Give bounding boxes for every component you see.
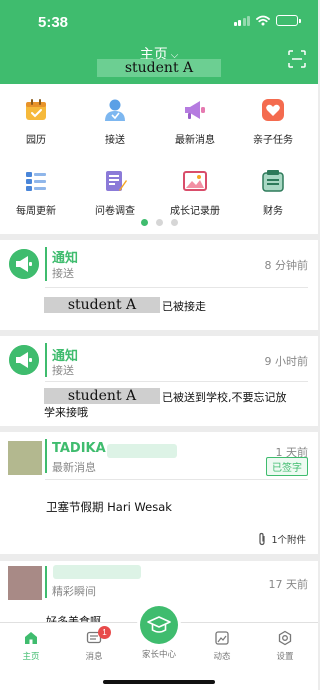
weekly-list-icon bbox=[26, 172, 46, 191]
grid-label: 财务 bbox=[263, 206, 283, 217]
attachment-link[interactable]: 1个附件 bbox=[257, 532, 306, 546]
card-time: 17 天前 bbox=[268, 578, 309, 591]
tab-label[interactable]: 设置 bbox=[276, 652, 293, 662]
heart-task-icon bbox=[262, 99, 284, 121]
card-message-line2: 学来接哦 bbox=[44, 406, 88, 419]
tab-home[interactable]: 主页 bbox=[1, 630, 61, 662]
grid-item-finance[interactable]: 财务 bbox=[233, 168, 313, 217]
accent-bar bbox=[45, 247, 47, 281]
tab-messages[interactable]: 1 消息 bbox=[64, 626, 124, 662]
card-message: 已被接走 bbox=[162, 300, 206, 313]
redacted-name bbox=[53, 565, 141, 579]
grid-label: 最新消息 bbox=[175, 135, 215, 146]
grid-label: 接送 bbox=[105, 135, 125, 146]
feed-card-pickup[interactable]: 通知 接送 8 分钟前 student A 已被接走 bbox=[0, 240, 318, 330]
student-name: student A bbox=[44, 388, 160, 404]
grid-item-growth-album[interactable]: 成长记录册 bbox=[155, 168, 235, 217]
page-dot[interactable] bbox=[170, 219, 178, 226]
app-header: 5:38 主页 ⌵ student A bbox=[0, 0, 318, 84]
signal-icon bbox=[233, 15, 250, 26]
status-icons bbox=[233, 15, 301, 26]
grid-label: 成长记录册 bbox=[170, 206, 220, 217]
grid-label: 问卷调查 bbox=[95, 206, 135, 217]
tab-label[interactable]: 主页 bbox=[22, 652, 39, 662]
redacted-name bbox=[107, 444, 177, 458]
page-dot[interactable] bbox=[155, 219, 163, 226]
card-title: TADIKA bbox=[52, 441, 106, 456]
person-icon bbox=[105, 99, 125, 121]
accent-bar bbox=[45, 439, 47, 473]
page-dot[interactable] bbox=[140, 219, 148, 226]
feed-card-dropoff[interactable]: 通知 接送 9 小时前 student A 已被送到学校,不要忘记放 学来接哦 bbox=[0, 336, 318, 426]
wifi-icon bbox=[256, 15, 270, 26]
grid-item-pickup[interactable]: 接送 bbox=[75, 97, 155, 146]
feed-card-news[interactable]: TADIKA 最新消息 1 天前 已签字 卫塞节假期 Hari Wesak 1个… bbox=[0, 432, 318, 554]
signed-badge: 已签字 bbox=[266, 457, 308, 476]
avatar bbox=[8, 566, 42, 600]
tab-moments[interactable]: 动态 bbox=[192, 630, 252, 662]
paperclip-icon bbox=[259, 532, 266, 546]
card-title: 通知 bbox=[52, 251, 79, 266]
page-indicator[interactable] bbox=[0, 219, 318, 226]
card-subtitle: 最新消息 bbox=[52, 461, 96, 474]
battery-icon bbox=[276, 15, 301, 26]
settings-icon bbox=[278, 630, 292, 646]
tab-settings[interactable]: 设置 bbox=[255, 630, 315, 662]
tab-label[interactable]: 家长中心 bbox=[142, 650, 176, 660]
card-divider bbox=[45, 381, 308, 382]
attachment-count[interactable]: 1个附件 bbox=[271, 532, 306, 546]
status-bar: 5:38 bbox=[0, 0, 318, 40]
card-divider bbox=[45, 479, 308, 480]
graduation-cap-icon bbox=[147, 616, 171, 633]
grid-label: 园历 bbox=[26, 135, 46, 146]
tab-label[interactable]: 消息 bbox=[85, 652, 102, 662]
card-divider bbox=[45, 287, 308, 288]
parent-center-button[interactable] bbox=[140, 606, 178, 644]
megaphone-icon bbox=[9, 249, 39, 279]
moments-icon bbox=[215, 631, 229, 645]
accent-bar bbox=[45, 566, 47, 598]
feature-grid: 园历 接送 最新消息 亲子任务 每周更新 问卷调查 成长记录册 财务 bbox=[0, 84, 318, 234]
tab-parent-center[interactable]: 家长中心 bbox=[129, 648, 189, 660]
grid-item-calendar[interactable]: 园历 bbox=[0, 97, 76, 146]
grid-item-survey[interactable]: 问卷调查 bbox=[75, 168, 155, 217]
megaphone-icon bbox=[185, 101, 205, 119]
grid-item-news[interactable]: 最新消息 bbox=[155, 97, 235, 146]
scan-icon[interactable] bbox=[288, 50, 306, 68]
card-subtitle: 精彩瞬间 bbox=[52, 585, 96, 598]
card-time: 9 小时前 bbox=[264, 355, 309, 368]
home-icon bbox=[25, 632, 37, 644]
card-message-line1: 已被送到学校,不要忘记放 bbox=[162, 391, 287, 404]
card-message: 卫塞节假期 Hari Wesak bbox=[46, 500, 172, 514]
survey-icon bbox=[106, 171, 127, 191]
card-subtitle: 接送 bbox=[52, 364, 74, 377]
megaphone-icon bbox=[9, 345, 39, 375]
calendar-icon bbox=[26, 99, 46, 120]
tab-label[interactable]: 动态 bbox=[213, 652, 230, 662]
grid-label: 每周更新 bbox=[16, 206, 56, 217]
card-time: 8 分钟前 bbox=[264, 259, 309, 272]
status-time: 5:38 bbox=[38, 14, 69, 31]
grid-item-parent-tasks[interactable]: 亲子任务 bbox=[233, 97, 313, 146]
photo-album-icon bbox=[183, 171, 207, 191]
student-name: student A bbox=[44, 297, 160, 313]
finance-icon bbox=[262, 170, 284, 192]
accent-bar bbox=[45, 343, 47, 377]
grid-item-weekly-update[interactable]: 每周更新 bbox=[0, 168, 76, 217]
home-indicator bbox=[103, 680, 215, 684]
unread-badge: 1 bbox=[98, 626, 111, 639]
student-name: student A bbox=[97, 59, 221, 77]
card-subtitle: 接送 bbox=[52, 267, 74, 280]
grid-label: 亲子任务 bbox=[253, 135, 293, 146]
avatar bbox=[8, 441, 42, 475]
